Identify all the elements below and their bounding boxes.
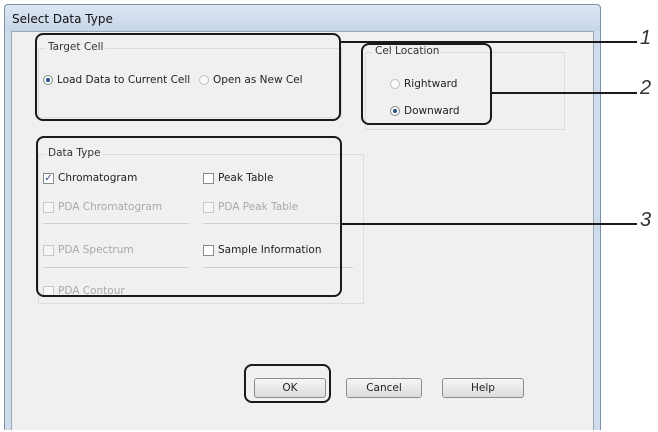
callout-number-2: 2 bbox=[640, 77, 652, 99]
callout-line-3 bbox=[342, 223, 637, 225]
callout-line-1 bbox=[341, 41, 637, 43]
callout-box-ok-button bbox=[244, 364, 331, 403]
dialog-title: Select Data Type bbox=[12, 12, 113, 26]
callout-number-3: 3 bbox=[640, 209, 652, 231]
callout-box-cell-location bbox=[361, 43, 492, 125]
callout-line-2 bbox=[492, 92, 637, 94]
cancel-button[interactable]: Cancel bbox=[346, 378, 422, 398]
callout-number-1: 1 bbox=[640, 27, 652, 49]
help-button[interactable]: Help bbox=[442, 378, 524, 398]
callout-box-target-cell bbox=[35, 33, 341, 121]
title-bar[interactable]: Select Data Type bbox=[5, 5, 600, 31]
callout-box-data-type bbox=[36, 136, 342, 297]
